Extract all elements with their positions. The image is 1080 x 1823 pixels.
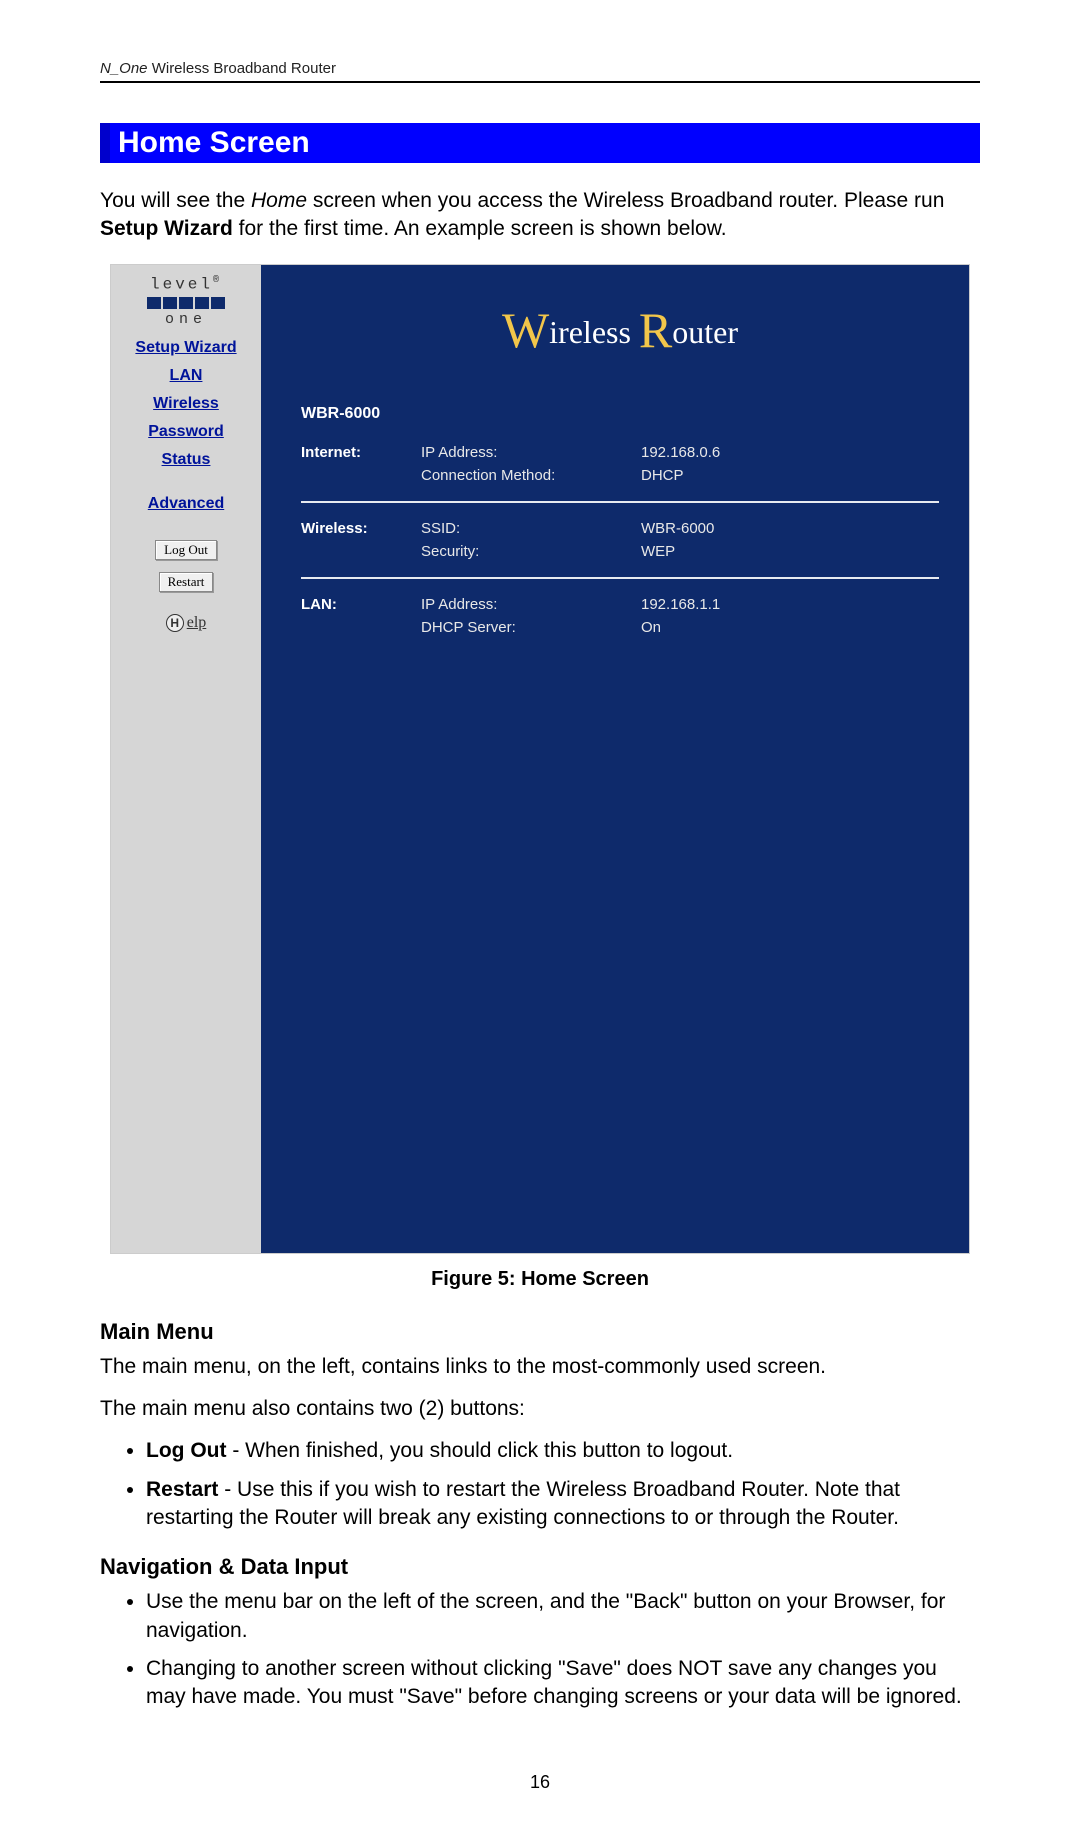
header-product-rest: Wireless Broadband Router	[148, 60, 336, 77]
nav-lan[interactable]: LAN	[170, 367, 203, 385]
info-table: Internet: IP Address: 192.168.0.6 Connec…	[301, 441, 939, 639]
section-label-internet: Internet:	[301, 444, 421, 461]
brand-logo-sub: one	[165, 311, 207, 328]
table-row: Security: WEP	[301, 540, 939, 563]
nav-input-heading: Navigation & Data Input	[100, 1554, 980, 1580]
section-label-lan: LAN:	[301, 596, 421, 613]
brand-logo-icon	[147, 295, 225, 311]
table-row: LAN: IP Address: 192.168.1.1	[301, 593, 939, 616]
nav-password[interactable]: Password	[148, 423, 224, 441]
page-number: 16	[0, 1772, 1080, 1793]
router-home-screenshot: level® one Setup Wizard LAN Wireless Pas…	[110, 264, 970, 1254]
help-icon: H	[166, 614, 184, 632]
nav-input-bullets: Use the menu bar on the left of the scre…	[100, 1588, 980, 1711]
figure-caption: Figure 5: Home Screen	[100, 1268, 980, 1291]
help-label: elp	[187, 614, 207, 632]
list-item: Log Out - When finished, you should clic…	[146, 1437, 980, 1465]
nav-status[interactable]: Status	[162, 451, 211, 469]
brand-logo-text: level®	[150, 271, 222, 295]
table-row: DHCP Server: On	[301, 616, 939, 639]
page-header: N_One Wireless Broadband Router	[100, 60, 980, 83]
nav-setup-wizard[interactable]: Setup Wizard	[135, 339, 236, 357]
logout-button[interactable]: Log Out	[155, 540, 217, 560]
main-menu-p2: The main menu also contains two (2) butt…	[100, 1395, 980, 1423]
list-item: Changing to another screen without click…	[146, 1655, 980, 1712]
section-title: Home Screen	[100, 123, 980, 163]
model-number: WBR-6000	[301, 405, 939, 423]
section-label-wireless: Wireless:	[301, 520, 421, 537]
list-item: Use the menu bar on the left of the scre…	[146, 1588, 980, 1645]
main-panel: Wireless Router WBR-6000 Internet: IP Ad…	[261, 265, 969, 1253]
help-link[interactable]: H elp	[166, 614, 207, 632]
intro-paragraph: You will see the Home screen when you ac…	[100, 187, 980, 244]
main-menu-bullets: Log Out - When finished, you should clic…	[100, 1437, 980, 1532]
router-title: Wireless Router	[301, 301, 939, 359]
main-menu-heading: Main Menu	[100, 1319, 980, 1345]
restart-button[interactable]: Restart	[159, 572, 214, 592]
separator	[301, 501, 939, 503]
sidebar: level® one Setup Wizard LAN Wireless Pas…	[111, 265, 261, 1253]
nav-wireless[interactable]: Wireless	[153, 395, 219, 413]
table-row: Internet: IP Address: 192.168.0.6	[301, 441, 939, 464]
list-item: Restart - Use this if you wish to restar…	[146, 1476, 980, 1533]
header-product-italic: N_One	[100, 60, 148, 77]
separator	[301, 577, 939, 579]
nav-advanced[interactable]: Advanced	[148, 495, 224, 513]
main-menu-p1: The main menu, on the left, contains lin…	[100, 1353, 980, 1381]
table-row: Connection Method: DHCP	[301, 464, 939, 487]
table-row: Wireless: SSID: WBR-6000	[301, 517, 939, 540]
